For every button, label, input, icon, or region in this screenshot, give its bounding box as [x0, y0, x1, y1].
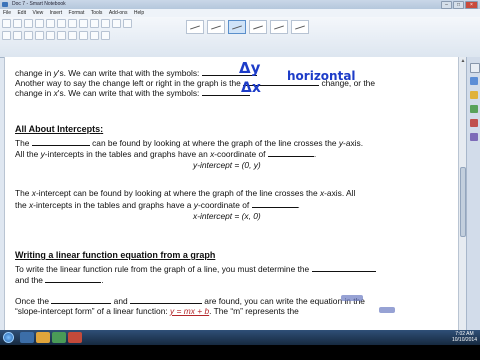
- undo-button[interactable]: [46, 19, 55, 28]
- blank: [31, 137, 90, 146]
- save-button[interactable]: [24, 19, 33, 28]
- taskbar-app-explorer[interactable]: [20, 332, 34, 343]
- section-heading-intercepts: All About Intercepts:: [15, 124, 104, 134]
- pen-style-5[interactable]: [270, 20, 288, 34]
- text-line: All the y-intercepts in the tables and g…: [15, 148, 317, 159]
- ink-mark: [379, 307, 395, 313]
- blank: [267, 148, 314, 157]
- new-page-button[interactable]: [2, 19, 11, 28]
- table-button[interactable]: [101, 19, 110, 28]
- full-screen-button[interactable]: [90, 19, 99, 28]
- open-button[interactable]: [13, 19, 22, 28]
- menu-insert[interactable]: Insert: [50, 10, 63, 16]
- fill-tool[interactable]: [68, 31, 77, 40]
- notebook-page[interactable]: change in y's. We can write that with th…: [4, 57, 459, 345]
- page-sorter-icon[interactable]: [470, 63, 480, 73]
- window-title: Doc 7 - Smart Notebook: [12, 1, 66, 7]
- maximize-button[interactable]: □: [453, 1, 464, 9]
- app-icon: [2, 2, 8, 7]
- blank: [45, 274, 102, 283]
- capture-button[interactable]: [123, 19, 132, 28]
- document-camera-button[interactable]: [112, 19, 121, 28]
- redo-button[interactable]: [57, 19, 66, 28]
- toolbar: [0, 17, 480, 58]
- taskbar-app-browser[interactable]: [52, 332, 66, 343]
- text-line: The x-intercept can be found by looking …: [15, 188, 356, 198]
- attachments-icon[interactable]: [470, 91, 478, 99]
- move-toolbar-button[interactable]: [101, 31, 110, 40]
- system-clock[interactable]: 7:02 AM 10/10/2014: [452, 331, 477, 343]
- section-heading-linear-function: Writing a linear function equation from …: [15, 250, 216, 260]
- shape-tool[interactable]: [57, 31, 66, 40]
- properties-icon[interactable]: [470, 105, 478, 113]
- eraser-tool[interactable]: [35, 31, 44, 40]
- y-intercept-formula: y-intercept = (0, y): [193, 160, 261, 170]
- blank: [51, 295, 112, 304]
- handwritten-delta-y: Δy: [239, 59, 261, 77]
- creative-pen-tool[interactable]: [24, 31, 33, 40]
- menu-help[interactable]: Help: [134, 10, 144, 16]
- text-line: “slope-intercept form” of a linear funct…: [15, 306, 299, 316]
- menu-addons[interactable]: Add-ons: [109, 10, 128, 16]
- title-bar: Doc 7 - Smart Notebook – □ ×: [0, 0, 480, 9]
- blank: [251, 199, 298, 208]
- text-tool[interactable]: [79, 31, 88, 40]
- side-toolbar: [466, 57, 480, 345]
- handwritten-horizontal: horizontal: [287, 69, 356, 83]
- menu-file[interactable]: File: [3, 10, 11, 16]
- pen-style-3[interactable]: [228, 20, 246, 34]
- text-line: change in x's. We can write that with th…: [15, 87, 250, 98]
- line-tool[interactable]: [46, 31, 55, 40]
- pen-style-4[interactable]: [249, 20, 267, 34]
- select-tool[interactable]: [2, 31, 11, 40]
- screen-shade-button[interactable]: [79, 19, 88, 28]
- menu-bar: File Edit View Insert Format Tools Add-o…: [0, 9, 480, 17]
- text-line: the x-intercepts in the tables and graph…: [15, 199, 300, 210]
- pen-style-6[interactable]: [291, 20, 309, 34]
- taskbar-app-notebook[interactable]: [68, 332, 82, 343]
- delete-button[interactable]: [68, 19, 77, 28]
- pen-tool[interactable]: [13, 31, 22, 40]
- gallery-icon[interactable]: [470, 77, 478, 85]
- ink-mark: [341, 295, 363, 301]
- text-line: Once the and are found, you can write th…: [15, 295, 365, 306]
- pen-style-2[interactable]: [207, 20, 225, 34]
- handwritten-delta-x: Δx: [241, 80, 261, 96]
- addons-icon[interactable]: [470, 119, 478, 127]
- app-window: Doc 7 - Smart Notebook – □ × File Edit V…: [0, 0, 480, 345]
- menu-tools[interactable]: Tools: [91, 10, 103, 16]
- taskbar: 7:02 AM 10/10/2014: [0, 330, 480, 345]
- extras-icon[interactable]: [470, 133, 478, 141]
- blank: [129, 295, 202, 304]
- pen-style-1[interactable]: [186, 20, 204, 34]
- x-intercept-formula: x-intercept = (x, 0): [193, 211, 261, 221]
- blank: [311, 263, 376, 272]
- menu-edit[interactable]: Edit: [17, 10, 26, 16]
- minimize-button[interactable]: –: [441, 1, 452, 9]
- text-line: To write the linear function rule from t…: [15, 263, 376, 274]
- text-line: and the .: [15, 274, 104, 285]
- text-line: The can be found by looking at where the…: [15, 137, 364, 148]
- taskbar-app-media[interactable]: [36, 332, 50, 343]
- close-button[interactable]: ×: [465, 1, 478, 9]
- paste-button[interactable]: [35, 19, 44, 28]
- start-button[interactable]: [3, 332, 14, 343]
- properties-tool[interactable]: [90, 31, 99, 40]
- menu-format[interactable]: Format: [69, 10, 85, 16]
- menu-view[interactable]: View: [32, 10, 43, 16]
